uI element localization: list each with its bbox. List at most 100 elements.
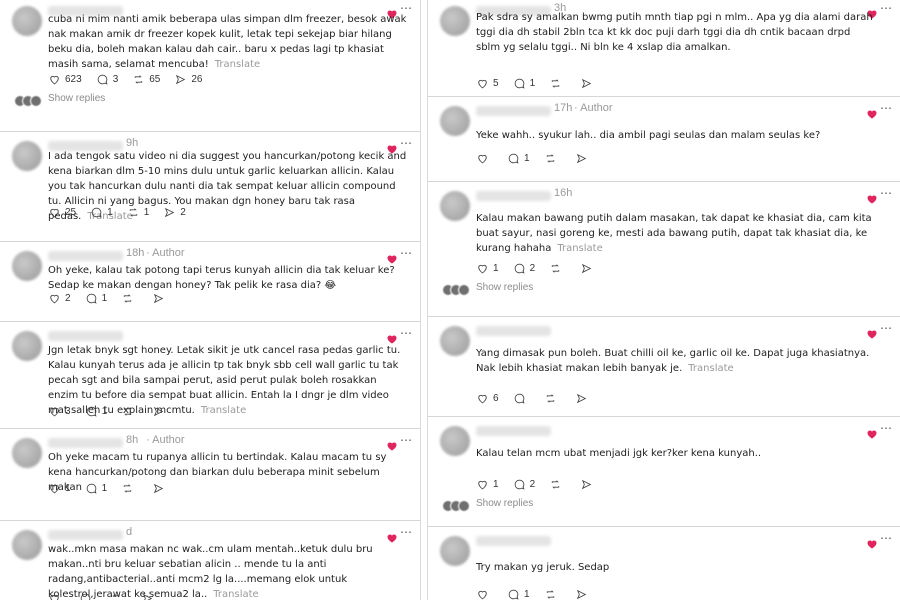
like-button[interactable]: 1 [476, 262, 499, 275]
like-button[interactable]: 2 [48, 292, 71, 305]
share-button[interactable] [152, 292, 169, 305]
show-replies-link[interactable]: Show replies [476, 282, 533, 293]
show-replies-link[interactable]: Show replies [48, 93, 105, 104]
more-options-icon[interactable]: ⋯ [880, 421, 893, 435]
reply-button[interactable]: 1 [513, 77, 536, 90]
action-bar: 623 3 65 26 [48, 73, 203, 86]
reply-button[interactable]: 1 [507, 588, 530, 600]
share-button[interactable]: 26 [174, 73, 203, 86]
username[interactable] [476, 326, 551, 336]
comment-body: Yang dimasak pun boleh. Buat chilli oil … [476, 348, 870, 374]
reply-icon [514, 78, 525, 89]
repost-button[interactable] [121, 292, 138, 305]
username[interactable] [476, 426, 551, 436]
avatar[interactable] [440, 536, 470, 566]
reply-button[interactable]: 1 [85, 292, 107, 305]
replies-count: 1 [529, 78, 536, 89]
comment-body: Yeke wahh.. syukur lah.. dia ambil pagi … [476, 130, 821, 141]
share-button[interactable] [152, 405, 169, 418]
avatar[interactable] [440, 106, 470, 136]
avatar[interactable] [12, 141, 42, 171]
comment-separator [0, 321, 420, 322]
more-options-icon[interactable]: ⋯ [400, 525, 413, 539]
more-options-icon[interactable]: ⋯ [400, 246, 413, 260]
show-replies-link[interactable]: Show replies [476, 498, 533, 509]
reply-button[interactable] [79, 592, 96, 600]
reply-button[interactable]: 1 [507, 152, 530, 165]
repost-button[interactable] [544, 588, 561, 600]
comment-body: Pak sdra sy amalkan bwmg putih mnth tiap… [476, 12, 873, 53]
like-button[interactable] [476, 588, 493, 600]
more-options-icon[interactable]: ⋯ [880, 321, 893, 335]
like-button[interactable]: 1 [476, 478, 499, 491]
like-button[interactable]: 5 [476, 77, 499, 90]
like-button[interactable]: 1 [48, 482, 71, 495]
username[interactable] [476, 191, 551, 201]
comment-body: Kalau makan bawang putih dalam masakan, … [476, 213, 872, 254]
reply-button[interactable]: 1 [90, 206, 113, 219]
share-icon [576, 153, 586, 164]
share-button[interactable] [141, 592, 158, 600]
more-options-icon[interactable]: ⋯ [400, 136, 413, 150]
like-button[interactable]: 6 [476, 392, 499, 405]
translate-link[interactable]: Translate [215, 59, 260, 70]
repost-button[interactable] [121, 405, 138, 418]
repost-button[interactable]: 65 [132, 73, 160, 86]
share-button[interactable] [580, 262, 597, 275]
translate-link[interactable]: Translate [201, 405, 246, 416]
more-options-icon[interactable]: ⋯ [880, 186, 893, 200]
like-button[interactable] [476, 152, 493, 165]
repost-button[interactable]: 1 [127, 206, 149, 219]
repost-button[interactable] [121, 482, 138, 495]
share-button[interactable] [152, 482, 169, 495]
share-button[interactable] [575, 152, 592, 165]
translate-link[interactable]: Translate [557, 243, 602, 254]
reply-button[interactable]: 3 [96, 73, 118, 86]
repost-button[interactable] [549, 262, 566, 275]
repost-button[interactable] [544, 392, 561, 405]
reply-button[interactable]: 1 [85, 482, 107, 495]
share-button[interactable] [580, 478, 597, 491]
more-options-icon[interactable]: ⋯ [400, 326, 413, 340]
reply-button[interactable]: 1 [85, 405, 107, 418]
reply-button[interactable] [513, 392, 530, 405]
more-options-icon[interactable]: ⋯ [400, 433, 413, 447]
more-options-icon[interactable]: ⋯ [880, 531, 893, 545]
avatar[interactable] [440, 6, 470, 36]
avatar[interactable] [440, 191, 470, 221]
repost-icon [123, 484, 132, 493]
avatar[interactable] [440, 426, 470, 456]
like-button[interactable]: 623 [48, 73, 82, 86]
username[interactable] [48, 331, 123, 341]
comment-separator [0, 520, 420, 521]
share-button[interactable]: 2 [163, 206, 186, 219]
like-button[interactable]: 3 [48, 405, 71, 418]
more-options-icon[interactable]: ⋯ [880, 101, 893, 115]
repost-button[interactable] [549, 77, 566, 90]
share-button[interactable] [575, 588, 592, 600]
like-button[interactable]: 25 [48, 206, 76, 219]
avatar[interactable] [12, 331, 42, 361]
repost-button[interactable] [549, 478, 566, 491]
username[interactable] [476, 106, 551, 116]
translate-link[interactable]: Translate [688, 363, 733, 374]
avatar[interactable] [440, 326, 470, 356]
reply-button[interactable]: 2 [513, 478, 535, 491]
more-options-icon[interactable]: ⋯ [880, 1, 893, 15]
avatar[interactable] [12, 6, 42, 36]
username[interactable] [476, 536, 551, 546]
share-button[interactable] [580, 77, 597, 90]
avatar[interactable] [12, 438, 42, 468]
avatar[interactable] [12, 251, 42, 281]
like-button[interactable] [48, 592, 65, 600]
username[interactable] [48, 251, 123, 261]
repost-button[interactable] [110, 592, 127, 600]
avatar[interactable] [12, 530, 42, 560]
share-button[interactable] [575, 392, 592, 405]
reply-button[interactable]: 2 [513, 262, 535, 275]
translate-link[interactable]: Translate [213, 589, 258, 600]
username[interactable] [48, 530, 123, 540]
reply-icon [514, 393, 525, 404]
repost-button[interactable] [544, 152, 561, 165]
username[interactable] [48, 438, 123, 448]
